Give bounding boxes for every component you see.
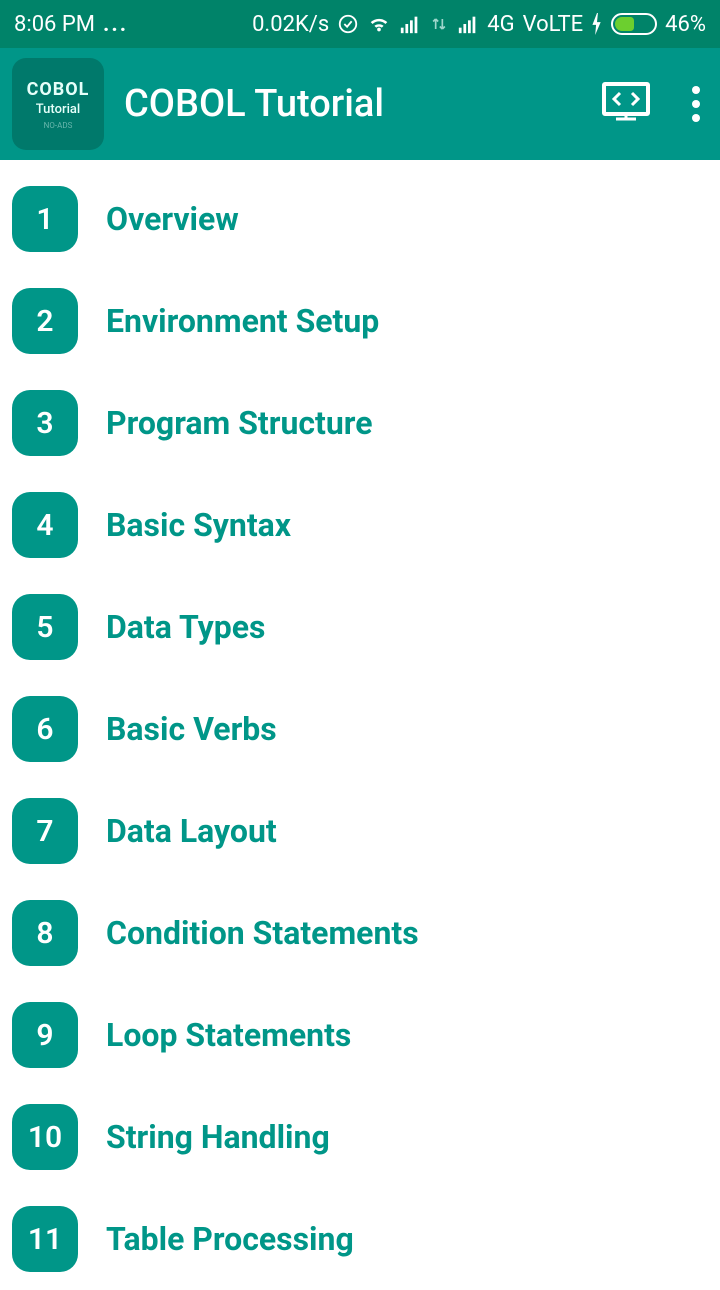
item-number: 7 xyxy=(12,798,78,864)
code-monitor-icon[interactable] xyxy=(600,80,652,128)
app-logo-line3: NO-ADS xyxy=(44,121,73,130)
status-left: 8:06 PM ... xyxy=(14,12,128,37)
item-number: 6 xyxy=(12,696,78,762)
signal-icon-2 xyxy=(457,13,479,35)
item-label: String Handling xyxy=(106,1118,330,1156)
item-label: Data Layout xyxy=(106,812,277,850)
list-item[interactable]: 11 Table Processing xyxy=(8,1188,712,1290)
item-number: 1 xyxy=(12,186,78,252)
item-label: Environment Setup xyxy=(106,302,379,340)
status-battery-pct: 46% xyxy=(665,12,706,37)
status-speed: 0.02K/s xyxy=(252,12,329,37)
item-label: Condition Statements xyxy=(106,914,419,952)
item-number: 3 xyxy=(12,390,78,456)
item-label: Basic Syntax xyxy=(106,506,291,544)
list-item[interactable]: 4 Basic Syntax xyxy=(8,474,712,576)
status-time: 8:06 PM xyxy=(14,12,95,37)
list-item[interactable]: 5 Data Types xyxy=(8,576,712,678)
status-dots: ... xyxy=(103,12,128,37)
item-number: 11 xyxy=(12,1206,78,1272)
app-actions xyxy=(600,80,704,128)
status-bar: 8:06 PM ... 0.02K/s 4G VoLTE 46% xyxy=(0,0,720,48)
list-item[interactable]: 10 String Handling xyxy=(8,1086,712,1188)
app-logo[interactable]: COBOL Tutorial NO-ADS xyxy=(12,58,104,150)
signal-icon-1 xyxy=(399,13,421,35)
item-number: 5 xyxy=(12,594,78,660)
item-number: 10 xyxy=(12,1104,78,1170)
item-label: Program Structure xyxy=(106,404,373,442)
app-logo-line2: Tutorial xyxy=(36,102,80,117)
list-item[interactable]: 1 Overview xyxy=(8,168,712,270)
item-label: Loop Statements xyxy=(106,1016,351,1054)
overflow-menu-icon[interactable] xyxy=(688,82,704,126)
item-label: Data Types xyxy=(106,608,265,646)
status-right: 0.02K/s 4G VoLTE 46% xyxy=(252,12,706,37)
status-network: 4G xyxy=(487,12,514,37)
list-item[interactable]: 7 Data Layout xyxy=(8,780,712,882)
app-title: COBOL Tutorial xyxy=(124,82,384,126)
list-item[interactable]: 3 Program Structure xyxy=(8,372,712,474)
item-number: 2 xyxy=(12,288,78,354)
item-label: Table Processing xyxy=(106,1220,354,1258)
status-volte: VoLTE xyxy=(523,12,584,37)
item-label: Basic Verbs xyxy=(106,710,277,748)
item-number: 8 xyxy=(12,900,78,966)
app-bar: COBOL Tutorial NO-ADS COBOL Tutorial xyxy=(0,48,720,160)
list-item[interactable]: 6 Basic Verbs xyxy=(8,678,712,780)
charging-icon xyxy=(591,13,603,35)
list-item[interactable]: 9 Loop Statements xyxy=(8,984,712,1086)
item-number: 9 xyxy=(12,1002,78,1068)
list-item[interactable]: 8 Condition Statements xyxy=(8,882,712,984)
item-number: 4 xyxy=(12,492,78,558)
wifi-icon xyxy=(367,13,391,35)
app-logo-line1: COBOL xyxy=(27,79,90,100)
data-transfer-icon xyxy=(429,13,449,35)
tutorial-list: 1 Overview 2 Environment Setup 3 Program… xyxy=(0,160,720,1290)
battery-icon xyxy=(611,13,657,35)
list-item[interactable]: 2 Environment Setup xyxy=(8,270,712,372)
alarm-icon xyxy=(337,13,359,35)
item-label: Overview xyxy=(106,200,239,238)
